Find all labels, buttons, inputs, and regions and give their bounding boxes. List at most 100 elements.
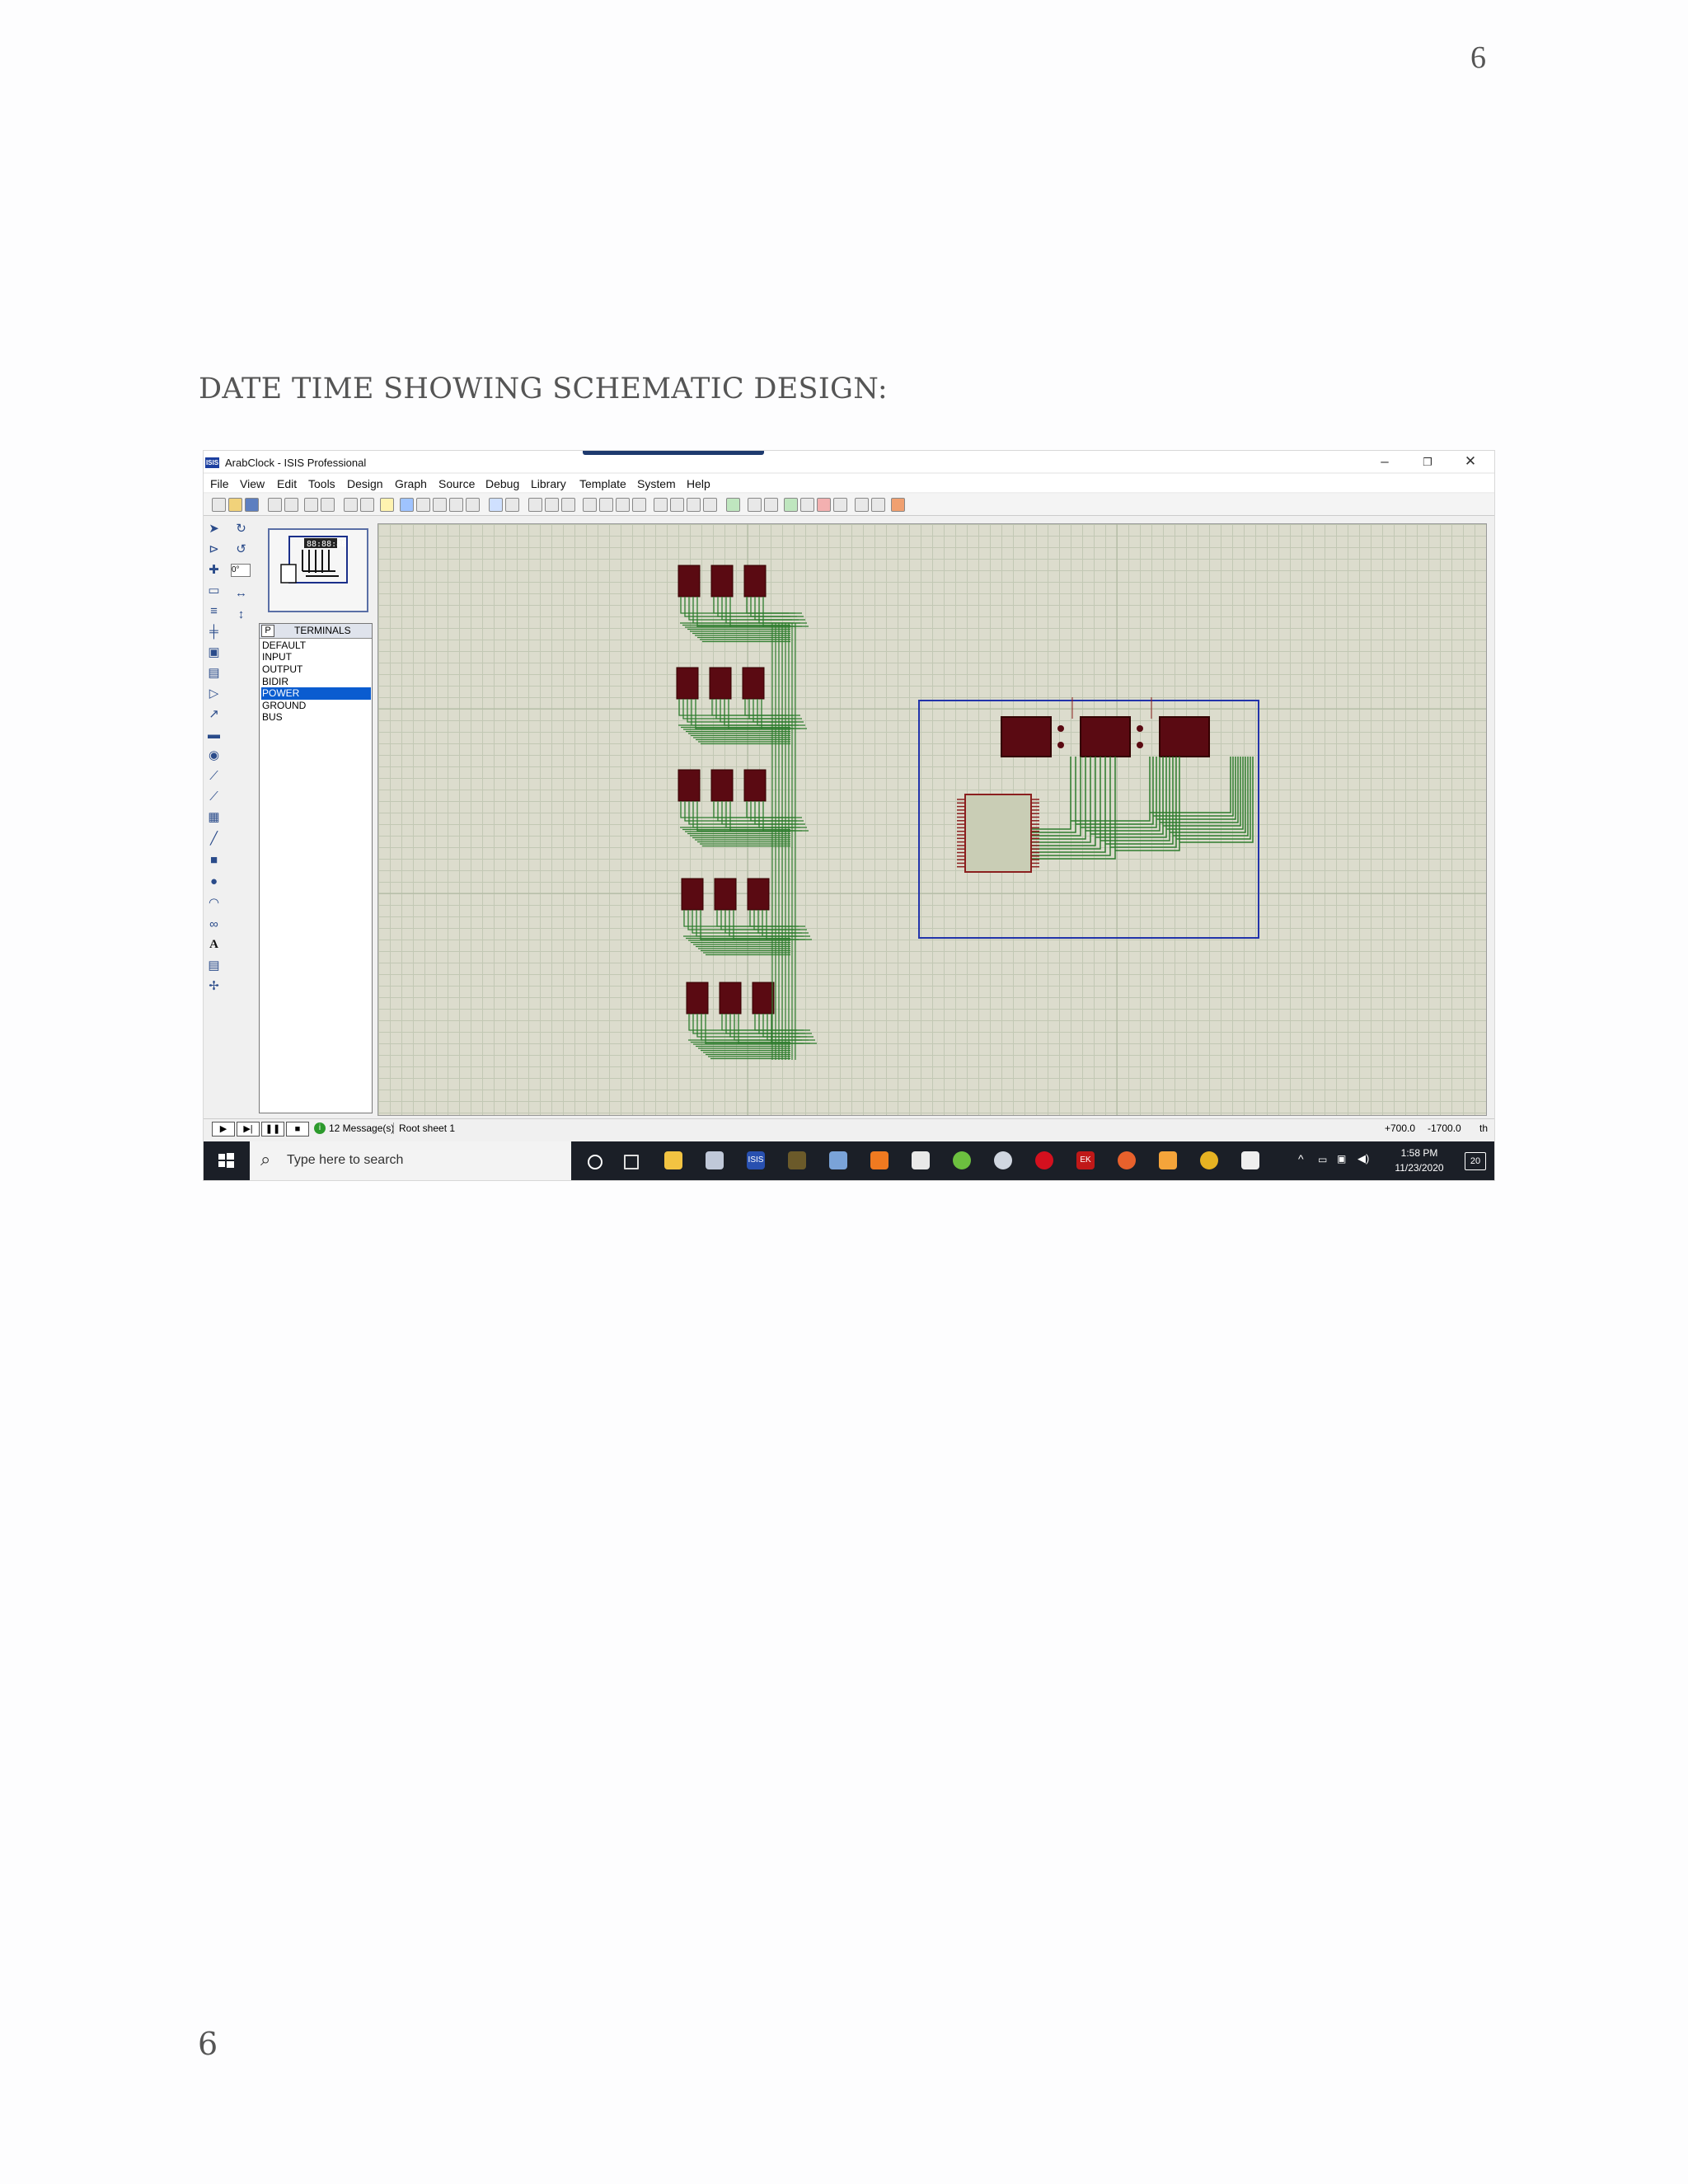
new-sheet-icon[interactable] xyxy=(784,498,798,512)
file-explorer-icon[interactable] xyxy=(664,1151,682,1169)
step-button[interactable]: ▶| xyxy=(237,1122,260,1137)
pick-device-icon[interactable] xyxy=(654,498,668,512)
search-tag-icon[interactable] xyxy=(748,498,762,512)
text-script-icon[interactable]: ≡ xyxy=(207,604,221,618)
mirror-x-icon[interactable]: ↔ xyxy=(234,586,248,600)
netlist-to-ares-icon[interactable] xyxy=(891,498,905,512)
electrical-rules-icon[interactable] xyxy=(871,498,885,512)
terminal-item-output[interactable]: OUTPUT xyxy=(261,663,371,676)
junction-dot-icon[interactable]: ✚ xyxy=(207,563,221,577)
component-mode-icon[interactable]: ⊳ xyxy=(207,542,221,556)
overview-preview[interactable]: 88:88:88 xyxy=(268,528,368,612)
menu-library[interactable]: Library xyxy=(531,477,566,490)
postgres-icon[interactable] xyxy=(829,1151,847,1169)
menu-debug[interactable]: Debug xyxy=(485,477,519,490)
block-rotate-icon[interactable] xyxy=(616,498,630,512)
taskbar-clock[interactable]: 1:58 PM 11/23/2020 xyxy=(1382,1146,1456,1175)
mirror-y-icon[interactable]: ↕ xyxy=(234,607,248,621)
opera-icon[interactable] xyxy=(1035,1151,1053,1169)
taskbar-search-box[interactable]: ⌕ Type here to search xyxy=(250,1141,571,1180)
minimize-button[interactable]: – xyxy=(1372,453,1397,470)
open-folder-icon[interactable] xyxy=(228,498,242,512)
play-button[interactable]: ▶ xyxy=(212,1122,235,1137)
new-file-icon[interactable] xyxy=(212,498,226,512)
close-button[interactable]: ✕ xyxy=(1458,453,1483,470)
box-icon[interactable]: ■ xyxy=(207,853,221,867)
import-icon[interactable] xyxy=(268,498,282,512)
package-tool-icon[interactable] xyxy=(687,498,701,512)
path-icon[interactable]: ∞ xyxy=(207,917,221,931)
selection-mode-icon[interactable]: ➤ xyxy=(207,522,221,536)
menu-system[interactable]: System xyxy=(637,477,676,490)
volume-icon[interactable]: ◀) xyxy=(1357,1152,1369,1165)
voltage-probe-icon[interactable]: ⟋ xyxy=(207,769,221,783)
redo-icon[interactable] xyxy=(505,498,519,512)
terminal-item-ground[interactable]: GROUND xyxy=(261,700,371,712)
terminal-item-bidir[interactable]: BIDIR xyxy=(261,676,371,688)
menu-tools[interactable]: Tools xyxy=(308,477,335,490)
tools-app-icon[interactable] xyxy=(788,1151,806,1169)
rotate-clockwise-icon[interactable]: ↻ xyxy=(234,522,248,536)
xampp-icon[interactable] xyxy=(870,1151,889,1169)
menu-edit[interactable]: Edit xyxy=(277,477,297,490)
export-icon[interactable] xyxy=(284,498,298,512)
menu-template[interactable]: Template xyxy=(579,477,626,490)
calculator-icon[interactable] xyxy=(912,1151,930,1169)
block-move-icon[interactable] xyxy=(599,498,613,512)
block-delete-icon[interactable] xyxy=(632,498,646,512)
stop-button[interactable]: ■ xyxy=(286,1122,309,1137)
isis-taskbar-icon[interactable]: ISIS xyxy=(747,1151,765,1169)
make-device-icon[interactable] xyxy=(670,498,684,512)
zoom-all-icon[interactable] xyxy=(449,498,463,512)
network-icon[interactable]: ▭ xyxy=(1318,1154,1327,1165)
task-view-icon[interactable] xyxy=(624,1155,639,1169)
exit-parent-icon[interactable] xyxy=(833,498,847,512)
app-icon-2[interactable] xyxy=(706,1151,724,1169)
menu-design[interactable]: Design xyxy=(347,477,383,490)
print-area-icon[interactable] xyxy=(321,498,335,512)
terminals-mode-icon[interactable]: ▤ xyxy=(207,666,221,680)
menu-graph[interactable]: Graph xyxy=(395,477,427,490)
rotation-field[interactable]: 0° xyxy=(231,564,251,577)
grid-icon[interactable] xyxy=(360,498,374,512)
cut-icon[interactable] xyxy=(528,498,542,512)
bill-of-materials-icon[interactable] xyxy=(855,498,869,512)
virtual-instruments-icon[interactable]: ▦ xyxy=(207,810,221,824)
menu-view[interactable]: View xyxy=(240,477,265,490)
arc-icon[interactable]: ◠ xyxy=(207,896,221,910)
display-icon[interactable]: ▣ xyxy=(1337,1153,1346,1165)
block-copy-icon[interactable] xyxy=(583,498,597,512)
zoom-in-icon[interactable] xyxy=(416,498,430,512)
bus-icon[interactable]: ╪ xyxy=(207,625,221,639)
wire-autorouter-icon[interactable] xyxy=(726,498,740,512)
refresh-icon[interactable] xyxy=(344,498,358,512)
symbol-icon[interactable]: ▤ xyxy=(207,958,221,972)
zoom-area-icon[interactable] xyxy=(466,498,480,512)
messages-count[interactable]: 12 Message(s) xyxy=(329,1122,394,1134)
paint-app-icon[interactable] xyxy=(1159,1151,1177,1169)
menu-help[interactable]: Help xyxy=(687,477,710,490)
app-icon-16[interactable] xyxy=(1241,1151,1259,1169)
notifications-icon[interactable]: 20 xyxy=(1465,1152,1486,1170)
marker-icon[interactable]: ✢ xyxy=(207,979,221,993)
tray-expand-icon[interactable]: ^ xyxy=(1298,1152,1304,1165)
wire-label-icon[interactable]: ▭ xyxy=(207,583,221,598)
device-pins-icon[interactable]: ▷ xyxy=(207,687,221,701)
copy-icon[interactable] xyxy=(545,498,559,512)
terminal-item-default[interactable]: DEFAULT xyxy=(261,640,371,652)
pan-icon[interactable] xyxy=(400,498,414,512)
restore-button[interactable]: ❐ xyxy=(1415,456,1440,469)
cloud-app-icon[interactable] xyxy=(994,1151,1012,1169)
pause-button[interactable]: ❚❚ xyxy=(261,1122,284,1137)
zoom-out-icon[interactable] xyxy=(433,498,447,512)
decompose-icon[interactable] xyxy=(703,498,717,512)
text-icon[interactable]: A xyxy=(207,938,221,952)
generator-icon[interactable]: ◉ xyxy=(207,748,221,762)
save-icon[interactable] xyxy=(245,498,259,512)
remove-sheet-icon[interactable] xyxy=(817,498,831,512)
terminal-item-bus[interactable]: BUS xyxy=(261,711,371,724)
terminal-item-power[interactable]: POWER xyxy=(261,687,371,700)
tape-recorder-icon[interactable]: ▬ xyxy=(207,728,221,742)
undo-icon[interactable] xyxy=(489,498,503,512)
menu-source[interactable]: Source xyxy=(438,477,475,490)
